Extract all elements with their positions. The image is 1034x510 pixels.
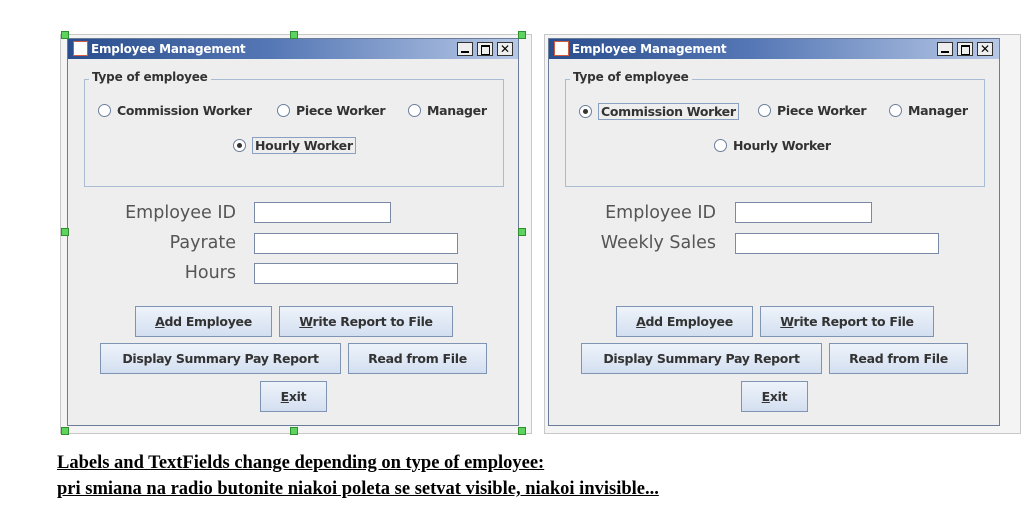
caption-line-1: Labels and TextFields change depending o… <box>57 453 545 473</box>
read-from-file-button[interactable]: Read from File <box>829 343 968 374</box>
java-icon <box>554 41 569 56</box>
resize-handle-e[interactable] <box>518 228 526 236</box>
resize-handle-sw[interactable] <box>61 427 69 435</box>
resize-handle-se[interactable] <box>518 427 526 435</box>
radio-piece-worker[interactable]: Piece Worker <box>758 103 867 118</box>
resize-handle-w[interactable] <box>61 228 69 236</box>
radio-circle <box>758 104 771 117</box>
radio-commission-worker[interactable]: Commission Worker <box>579 103 739 120</box>
radio-circle-selected <box>579 105 592 118</box>
resize-handle-ne[interactable] <box>518 31 526 39</box>
resize-handle-s[interactable] <box>290 427 298 435</box>
write-report-button[interactable]: Write Report to File <box>760 306 934 337</box>
exit-button[interactable]: Exit <box>741 381 808 412</box>
weekly-sales-label: Weekly Sales <box>600 233 716 253</box>
add-employee-button[interactable]: Add Employee <box>616 306 753 337</box>
maximize-button[interactable] <box>957 42 973 56</box>
image-selection-frame <box>64 34 524 433</box>
weekly-sales-field[interactable] <box>735 233 939 254</box>
minimize-button[interactable] <box>937 42 953 56</box>
radio-manager[interactable]: Manager <box>889 103 968 118</box>
radio-circle <box>889 104 902 117</box>
close-button[interactable]: ✕ <box>977 42 993 56</box>
employee-management-window-right: Employee Management ✕ Type of employee C… <box>548 38 1000 426</box>
employee-id-field[interactable] <box>735 202 872 223</box>
radio-hourly-worker[interactable]: Hourly Worker <box>714 138 831 153</box>
employee-type-group: Type of employee <box>565 70 985 187</box>
title-bar[interactable]: Employee Management ✕ <box>549 39 999 59</box>
resize-handle-n[interactable] <box>290 31 298 39</box>
radio-circle <box>714 139 727 152</box>
display-summary-pay-report-button[interactable]: Display Summary Pay Report <box>581 343 822 374</box>
group-title: Type of employee <box>570 70 692 84</box>
window-title: Employee Management <box>572 42 727 56</box>
caption-line-2: pri smiana na radio butonite niakoi pole… <box>57 479 659 499</box>
resize-handle-nw[interactable] <box>61 31 69 39</box>
employee-id-label: Employee ID <box>605 203 716 223</box>
